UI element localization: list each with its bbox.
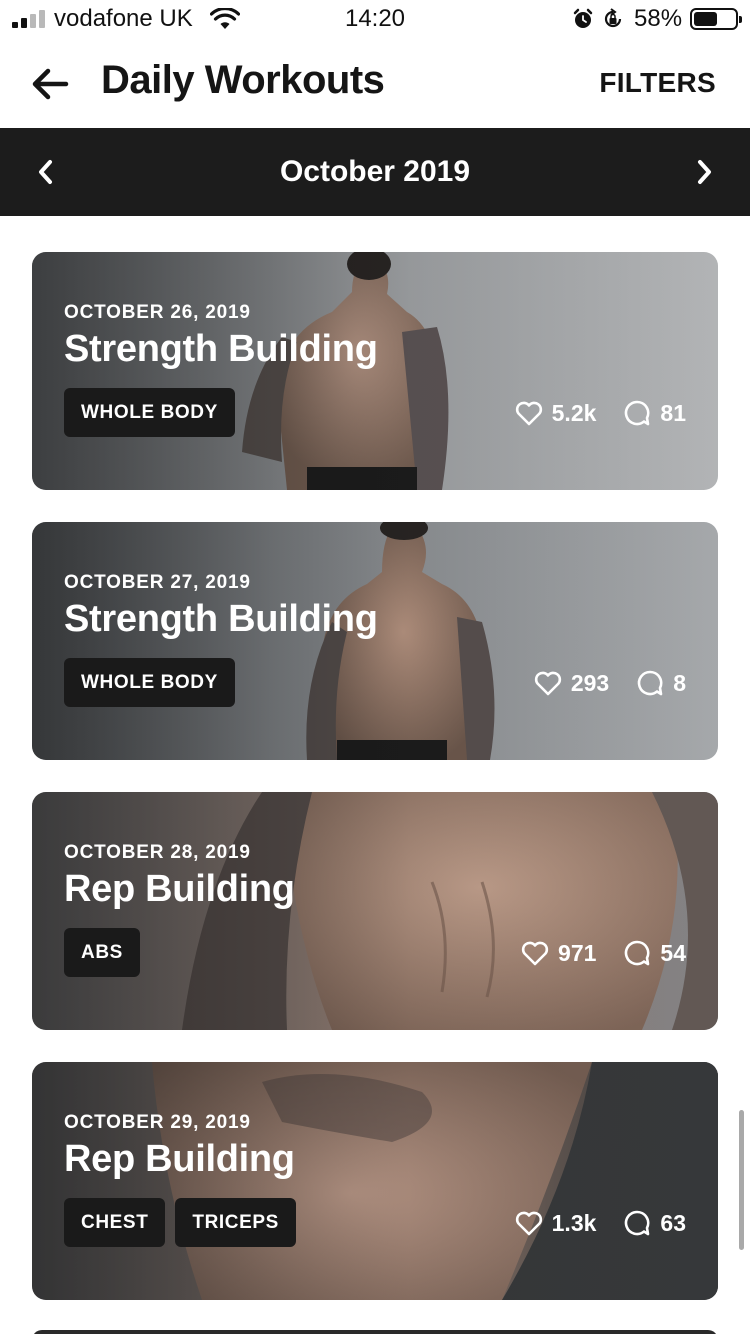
comment-icon [625, 940, 650, 966]
likes-count: 5.2k [551, 399, 597, 426]
chevron-right-icon[interactable] [686, 154, 722, 190]
comments-stat[interactable]: 81 [622, 398, 686, 428]
likes-count: 971 [558, 939, 597, 966]
likes-stat[interactable]: 5.2k [514, 398, 597, 428]
workout-stats: 293 8 [533, 668, 686, 698]
workout-list: OCTOBER 26, 2019 Strength Building WHOLE… [32, 252, 718, 1332]
comments-count: 81 [660, 399, 686, 426]
heart-icon [515, 401, 542, 426]
app-header: Daily Workouts FILTERS [0, 40, 750, 128]
comments-count: 54 [660, 939, 686, 966]
workout-card[interactable]: OCTOBER 27, 2019 Strength Building WHOLE… [32, 522, 718, 760]
workout-card[interactable]: OCTOBER 26, 2019 Strength Building WHOLE… [32, 252, 718, 490]
tag-list: CHEST TRICEPS [64, 1198, 296, 1247]
heart-icon [534, 671, 561, 696]
battery-icon [690, 8, 742, 30]
workout-card-partial[interactable] [32, 1330, 718, 1334]
workout-title: Rep Building [64, 1138, 295, 1180]
workout-date: OCTOBER 26, 2019 [64, 302, 251, 323]
workout-tag[interactable]: ABS [64, 928, 140, 977]
likes-count: 1.3k [551, 1209, 597, 1236]
workout-stats: 1.3k 63 [514, 1208, 686, 1238]
tag-list: WHOLE BODY [64, 388, 235, 437]
workout-title: Strength Building [64, 328, 378, 370]
comments-stat[interactable]: 54 [622, 938, 686, 968]
comments-count: 8 [673, 669, 686, 696]
month-label: October 2019 [279, 155, 471, 188]
alarm-icon [573, 8, 593, 28]
workout-tag[interactable]: WHOLE BODY [64, 388, 235, 437]
scrollbar[interactable] [739, 1110, 744, 1250]
rotation-lock-icon [604, 8, 622, 28]
arrow-left-icon[interactable] [28, 62, 72, 106]
workout-stats: 971 54 [520, 938, 686, 968]
workout-stats: 5.2k 81 [514, 398, 686, 428]
workout-title: Rep Building [64, 868, 295, 910]
comment-icon [625, 400, 650, 426]
workout-tag[interactable]: CHEST [64, 1198, 166, 1247]
workout-date: OCTOBER 28, 2019 [64, 842, 251, 863]
filters-button[interactable]: FILTERS [599, 67, 716, 99]
likes-stat[interactable]: 1.3k [514, 1208, 597, 1238]
status-bar: vodafone UK 14:20 58% [0, 0, 750, 40]
likes-count: 293 [570, 669, 610, 696]
month-navigator: October 2019 [0, 128, 750, 216]
workout-date: OCTOBER 27, 2019 [64, 572, 251, 593]
comments-count: 63 [660, 1209, 686, 1236]
workout-tag[interactable]: WHOLE BODY [64, 658, 235, 707]
comments-stat[interactable]: 8 [635, 668, 686, 698]
workout-card[interactable]: OCTOBER 29, 2019 Rep Building CHEST TRIC… [32, 1062, 718, 1300]
heart-icon [521, 941, 549, 966]
workout-card[interactable]: OCTOBER 28, 2019 Rep Building ABS 971 54 [32, 792, 718, 1030]
tag-list: ABS [64, 928, 140, 977]
page-title: Daily Workouts [101, 58, 385, 102]
tag-list: WHOLE BODY [64, 658, 235, 707]
likes-stat[interactable]: 971 [520, 938, 596, 968]
comments-stat[interactable]: 63 [622, 1208, 686, 1238]
comment-icon [625, 1210, 650, 1236]
heart-icon [515, 1211, 542, 1236]
battery-percent: 58% [634, 5, 683, 32]
workout-title: Strength Building [64, 598, 378, 640]
workout-date: OCTOBER 29, 2019 [64, 1112, 251, 1133]
workout-tag[interactable]: TRICEPS [175, 1198, 296, 1247]
likes-stat[interactable]: 293 [533, 668, 609, 698]
comment-icon [637, 670, 663, 696]
